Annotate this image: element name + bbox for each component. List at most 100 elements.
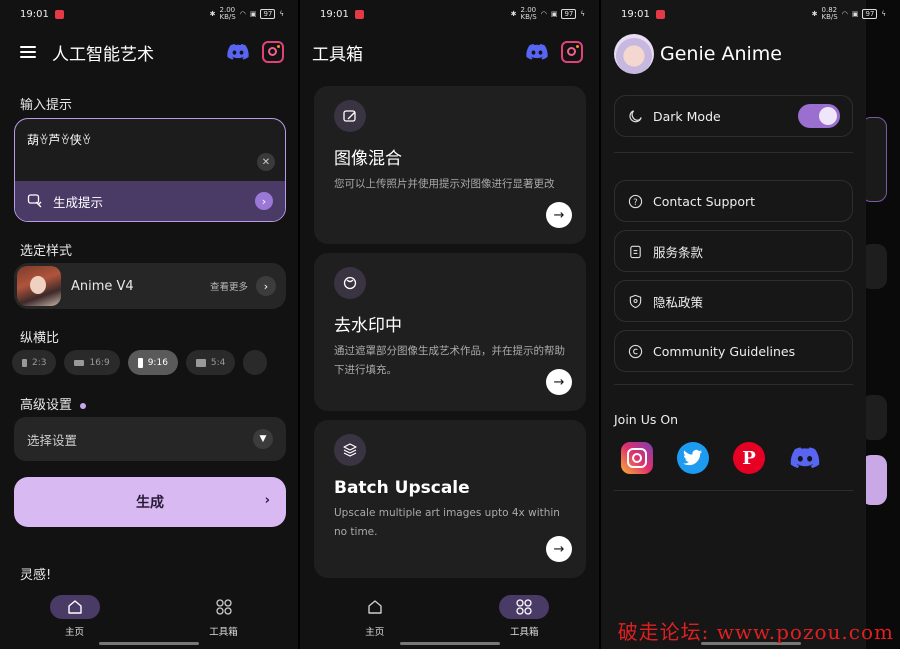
tools-header: 工具箱 xyxy=(312,38,583,66)
divider xyxy=(614,384,853,385)
battery-icon: 97 xyxy=(260,9,276,19)
guidelines-item[interactable]: Community Guidelines xyxy=(614,330,853,372)
generate-prompt-button[interactable]: 生成提示 › xyxy=(15,181,285,221)
arrow-right-icon[interactable]: → xyxy=(546,536,572,562)
privacy-label: 隐私政策 xyxy=(653,294,704,310)
ratio-label: 2:3 xyxy=(32,357,47,368)
contact-support-item[interactable]: ? Contact Support xyxy=(614,180,853,222)
notification-icon xyxy=(354,9,364,19)
ratio-chip[interactable] xyxy=(243,350,268,375)
tools-screen: 19:01 ✱ 2.00 KB/S ◠ ▣ 97 ϟ 工具箱 图像混合 您可以上… xyxy=(300,0,599,649)
style-thumbnail xyxy=(17,266,61,306)
settings-select[interactable]: 选择设置 ▼ xyxy=(14,417,286,461)
ratio-chip[interactable]: 16:9 xyxy=(64,350,120,375)
discord-icon[interactable] xyxy=(525,40,549,64)
home-icon xyxy=(67,600,82,614)
bluetooth-icon: ✱ xyxy=(209,10,216,18)
prompt-input[interactable]: 葫ꈊ芦ꈊ侠ꈊ xyxy=(27,131,91,148)
chevron-right-icon: › xyxy=(255,192,273,210)
instagram-icon[interactable] xyxy=(262,41,284,63)
wifi-icon: ◠ xyxy=(239,10,246,18)
tool-card-batch-upscale[interactable]: Batch Upscale Upscale multiple art image… xyxy=(314,420,586,578)
ratio-label: 纵横比 xyxy=(20,331,60,346)
tool-card-image-blend[interactable]: 图像混合 您可以上传照片并使用提示对图像进行显著更改 → xyxy=(314,86,586,244)
bottom-nav: 主页 工具箱 xyxy=(300,587,599,649)
privacy-item[interactable]: 隐私政策 xyxy=(614,280,853,322)
charging-icon: ϟ xyxy=(580,10,585,18)
prompt-label: 输入提示 xyxy=(20,98,73,113)
watermark-text: 破走论坛: www.pozou.com xyxy=(617,620,894,644)
nav-tools[interactable]: 工具箱 xyxy=(149,587,298,649)
instagram-icon[interactable] xyxy=(561,41,583,63)
scrim[interactable] xyxy=(866,0,900,649)
ratio-label: 9:16 xyxy=(147,357,168,368)
style-card[interactable]: Anime V4 查看更多 › xyxy=(14,263,286,309)
help-circle-icon: ? xyxy=(627,193,643,209)
ratio-label: 16:9 xyxy=(89,357,110,368)
nav-drawer: 19:01 ✱ 0.82 KB/S ◠ ▣ 97 ϟ Genie Anime D… xyxy=(601,0,886,649)
header-icons xyxy=(226,40,284,64)
nav-tools-label: 工具箱 xyxy=(509,627,539,638)
generate-button[interactable]: 生成 › xyxy=(14,477,286,527)
bluetooth-icon: ✱ xyxy=(811,10,818,18)
wifi-icon: ◠ xyxy=(841,10,848,18)
tool-card-watermark[interactable]: 去水印中 通过遮罩部分图像生成艺术作品，并在提示的帮助下进行填充。 → xyxy=(314,253,586,411)
home-header: 人工智能艺术 xyxy=(20,38,284,66)
prompt-box: 葫ꈊ芦ꈊ侠ꈊ ✕ 生成提示 › xyxy=(14,118,286,222)
instagram-icon[interactable] xyxy=(621,442,653,474)
nav-tools-pill xyxy=(199,595,249,619)
nav-home[interactable]: 主页 xyxy=(300,587,450,649)
nav-home-pill xyxy=(49,595,100,619)
ratio-chip[interactable]: 2:3 xyxy=(12,350,57,375)
advanced-settings-label: 高级设置 xyxy=(20,394,87,413)
battery-icon: 97 xyxy=(561,9,577,19)
chevron-down-icon: ▼ xyxy=(253,429,273,449)
charging-icon: ϟ xyxy=(279,10,284,18)
style-name: Anime V4 xyxy=(71,278,134,294)
see-more-link[interactable]: 查看更多 xyxy=(210,279,248,293)
sim-icon: ▣ xyxy=(851,10,859,18)
status-time: 19:01 xyxy=(621,8,650,20)
bluetooth-icon: ✱ xyxy=(510,10,517,18)
aspect-shape-icon xyxy=(74,359,85,366)
wifi-icon: ◠ xyxy=(540,10,547,18)
status-time: 19:01 xyxy=(320,8,349,20)
nav-home[interactable]: 主页 xyxy=(0,587,149,649)
discord-icon[interactable] xyxy=(226,40,250,64)
net-speed: 0.82 KB/S xyxy=(821,6,838,21)
ratio-chip[interactable]: 9:16 xyxy=(127,350,178,375)
menu-icon[interactable] xyxy=(20,46,36,58)
tool-title: Batch Upscale xyxy=(334,478,470,498)
layers-icon xyxy=(334,434,366,466)
arrow-right-icon[interactable]: → xyxy=(546,202,572,228)
drawer-screen: 19:01 ✱ 0.82 KB/S ◠ ▣ 97 ϟ Genie Anime D… xyxy=(601,0,900,649)
tool-description: 您可以上传照片并使用提示对图像进行显著更改 xyxy=(334,178,555,190)
notification-icon xyxy=(655,9,665,19)
clipboard-icon xyxy=(627,243,643,259)
generate-label: 生成 xyxy=(136,495,164,511)
status-time: 19:01 xyxy=(20,8,49,20)
terms-item[interactable]: 服务条款 xyxy=(614,230,853,272)
page-title: 人工智能艺术 xyxy=(52,44,154,65)
arrow-right-icon[interactable]: → xyxy=(546,369,572,395)
grid-icon xyxy=(516,599,532,615)
status-bar: 19:01 ✱ 0.82 KB/S ◠ ▣ 97 ϟ xyxy=(621,6,886,22)
chevron-right-icon[interactable]: › xyxy=(256,276,276,296)
status-right: ✱ 2.00 KB/S ◠ ▣ 97 ϟ xyxy=(511,7,585,21)
nav-home-pill xyxy=(350,595,400,619)
pinterest-icon[interactable]: P xyxy=(733,442,765,474)
nav-tools[interactable]: 工具箱 xyxy=(450,587,600,649)
discord-icon[interactable] xyxy=(789,442,821,474)
twitter-icon[interactable] xyxy=(677,442,709,474)
join-us-label: Join Us On xyxy=(614,412,679,427)
bottom-nav: 主页 工具箱 xyxy=(0,587,298,649)
header-icons xyxy=(525,40,583,64)
sim-icon: ▣ xyxy=(249,10,257,18)
drawer-header: Genie Anime xyxy=(614,34,782,74)
ratio-chip[interactable]: 5:4 xyxy=(185,350,236,375)
advanced-settings-text: 高级设置 xyxy=(20,398,73,413)
sim-icon: ▣ xyxy=(550,10,558,18)
dark-mode-toggle[interactable] xyxy=(798,104,840,128)
clear-icon[interactable]: ✕ xyxy=(257,153,275,171)
notification-icon xyxy=(54,9,64,19)
